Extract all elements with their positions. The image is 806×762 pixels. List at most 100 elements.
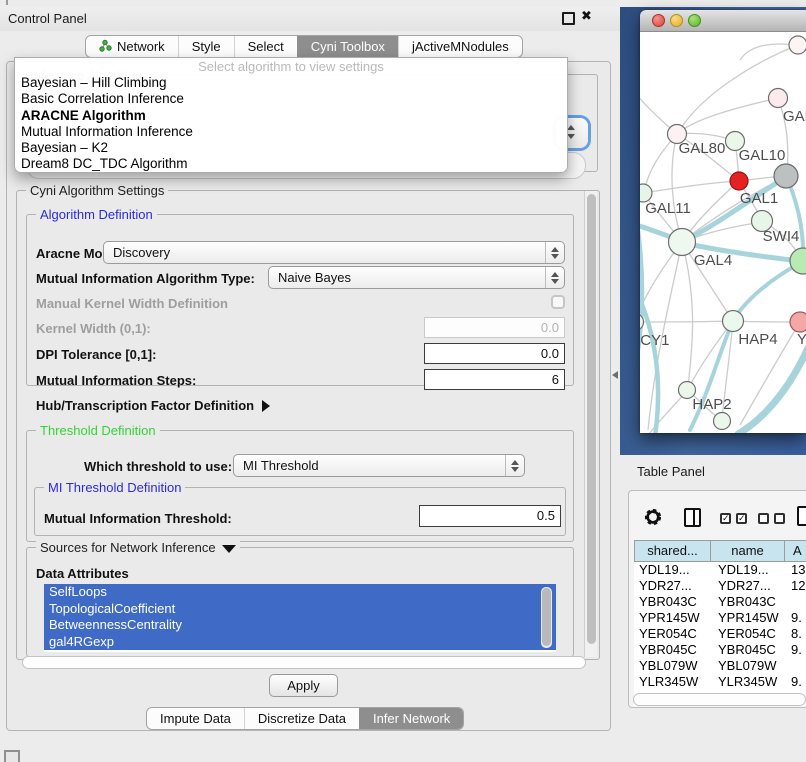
algorithm-option-aracne[interactable]: ARACNE Algorithm	[15, 108, 567, 124]
tab-style[interactable]: Style	[178, 36, 234, 57]
zoom-window-icon[interactable]	[688, 14, 701, 27]
horizontal-scrollbar[interactable]	[22, 656, 586, 669]
mi-type-combo[interactable]: Naive Bayes	[268, 266, 565, 289]
settings-scrollbar-thumb[interactable]	[587, 194, 596, 644]
float-panel-icon[interactable]	[562, 12, 575, 25]
tab-network[interactable]: Network	[86, 36, 178, 57]
algorithm-option-mutual-information[interactable]: Mutual Information Inference	[15, 124, 567, 140]
node-gal[interactable]	[769, 89, 788, 108]
aracne-mode-combo[interactable]: Discovery	[103, 241, 565, 264]
tab-impute-data[interactable]: Impute Data	[147, 708, 244, 729]
data-attributes-list: SelfLoops TopologicalCoefficient Between…	[44, 584, 556, 652]
bottom-tabbar: Impute Data Discretize Data Infer Networ…	[146, 707, 464, 730]
table-row[interactable]: YDR27...YDR27...12	[634, 578, 806, 594]
algorithm-option-dream8[interactable]: Dream8 DC_TDC Algorithm	[15, 156, 567, 172]
algorithm-option-bayesian-k2[interactable]: Bayesian – K2	[15, 140, 567, 156]
node-label: GCY1	[640, 332, 669, 349]
list-scrollbar-thumb[interactable]	[542, 588, 551, 646]
data-attributes-label: Data Attributes	[36, 566, 129, 581]
gear-icon[interactable]	[643, 507, 663, 532]
list-item-betweennesscentrality[interactable]: BetweennessCentrality	[44, 617, 556, 634]
column-header-third[interactable]: A	[784, 540, 806, 562]
column-header-name[interactable]: name	[710, 540, 785, 562]
table-row[interactable]: YBR043CYBR043C	[634, 594, 806, 610]
threshold-definition-title: Threshold Definition	[36, 423, 160, 438]
node-y[interactable]	[790, 312, 806, 332]
node-swi4[interactable]	[790, 248, 806, 274]
tab-select[interactable]: Select	[234, 36, 297, 57]
deselect-all-checkbox-icon[interactable]	[774, 513, 785, 524]
node-label: GAL10	[739, 147, 786, 164]
list-item-gal4rgexp[interactable]: gal4RGexp	[44, 634, 556, 651]
node-hap4[interactable]	[723, 311, 744, 332]
select-all-checkbox-icon[interactable]: ✓	[736, 513, 747, 524]
expanded-arrow-icon	[222, 545, 236, 553]
minimize-window-icon[interactable]	[670, 14, 683, 27]
algorithm-definition-title: Algorithm Definition	[36, 207, 157, 222]
node-table: YDL19...YDL19...13 YDR27...YDR27...12 YB…	[634, 562, 806, 706]
document-icon[interactable]	[797, 506, 806, 526]
list-scrollbar[interactable]	[541, 587, 552, 648]
table-row[interactable]: YER054CYER054C8.	[634, 626, 806, 642]
node-label: HAP4	[738, 331, 777, 348]
close-panel-icon[interactable]: ✖	[581, 9, 592, 24]
node-label: GAL11	[645, 200, 691, 217]
mi-steps-field[interactable]: 6	[424, 369, 565, 390]
table-horizontal-scrollbar[interactable]	[633, 693, 806, 706]
panel-collapse-arrow[interactable]	[612, 371, 618, 379]
table-row[interactable]: YLR345WYLR345W9.	[634, 674, 806, 690]
apply-button[interactable]: Apply	[269, 674, 338, 697]
kernel-width-field[interactable]: 0.0	[424, 317, 565, 338]
dpi-tolerance-field[interactable]: 0.0	[424, 343, 565, 364]
node-label: SWI4	[763, 228, 800, 245]
dpi-tolerance-label: DPI Tolerance [0,1]:	[36, 347, 156, 362]
tab-cyni-toolbox[interactable]: Cyni Toolbox	[297, 36, 398, 57]
network-graph-icon	[99, 39, 112, 55]
tab-discretize-data[interactable]: Discretize Data	[244, 708, 359, 729]
table-row[interactable]: YBR045CYBR045C9.	[634, 642, 806, 658]
close-window-icon[interactable]	[652, 14, 665, 27]
which-threshold-combo[interactable]: MI Threshold	[233, 454, 525, 477]
mi-threshold-label: Mutual Information Threshold:	[44, 511, 232, 526]
collapsed-arrow-icon	[262, 400, 270, 412]
tab-network-label: Network	[117, 39, 165, 54]
combo-stepper-icon	[505, 455, 524, 476]
column-header-shared-name[interactable]: shared...	[634, 540, 711, 562]
hub-definition-toggle[interactable]: Hub/Transcription Factor Definition	[36, 397, 270, 415]
deselect-all-checkbox-icon[interactable]	[758, 513, 769, 524]
select-all-checkbox-icon[interactable]: ✓	[720, 513, 731, 524]
list-item-topologicalcoefficient[interactable]: TopologicalCoefficient	[44, 601, 556, 618]
network-canvas[interactable]: GAL GAL80 GAL10 GAL1 GAL11 SWI4 GAL4 GCY…	[640, 32, 806, 433]
table-row[interactable]: YBL079WYBL079W	[634, 658, 806, 674]
algorithm-option-basic-correlation[interactable]: Basic Correlation Inference	[15, 91, 567, 107]
sources-toggle[interactable]: Sources for Network Inference	[36, 540, 240, 555]
cyni-settings-title: Cyni Algorithm Settings	[26, 183, 168, 198]
mi-threshold-field[interactable]: 0.5	[419, 505, 561, 527]
node-bottom[interactable]	[714, 413, 731, 430]
node-gal4[interactable]	[669, 229, 696, 256]
settings-scrollbar[interactable]	[584, 191, 597, 657]
list-item-selfloops[interactable]: SelfLoops	[44, 584, 556, 601]
tab-infer-network[interactable]: Infer Network	[359, 708, 463, 729]
node-label: Y	[797, 331, 806, 348]
combo-stepper-icon	[545, 267, 564, 288]
network-edges-teal	[640, 150, 806, 433]
node-top[interactable]	[789, 36, 806, 54]
node-gray[interactable]	[774, 164, 798, 188]
network-window-titlebar[interactable]	[640, 10, 806, 32]
combo-stepper-icon	[545, 242, 564, 263]
table-row[interactable]: YPR145WYPR145W9.	[634, 610, 806, 626]
control-panel-title: Control Panel	[8, 11, 87, 26]
manual-kernel-checkbox[interactable]	[551, 295, 565, 309]
bottom-left-widget[interactable]	[4, 750, 20, 762]
node-red[interactable]	[730, 172, 748, 190]
control-panel-titlebar	[0, 7, 620, 31]
kernel-width-label: Kernel Width (0,1):	[36, 321, 151, 336]
table-row[interactable]: YDL19...YDL19...13	[634, 562, 806, 578]
tab-jactivemnodules[interactable]: jActiveMNodules	[398, 36, 522, 57]
table-panel-title: Table Panel	[637, 464, 705, 479]
manual-kernel-label: Manual Kernel Width Definition	[36, 296, 228, 311]
column-view-icon[interactable]	[684, 508, 701, 527]
algorithm-option-bayesian-hill[interactable]: Bayesian – Hill Climbing	[15, 75, 567, 91]
node-label: GAL80	[679, 140, 726, 157]
